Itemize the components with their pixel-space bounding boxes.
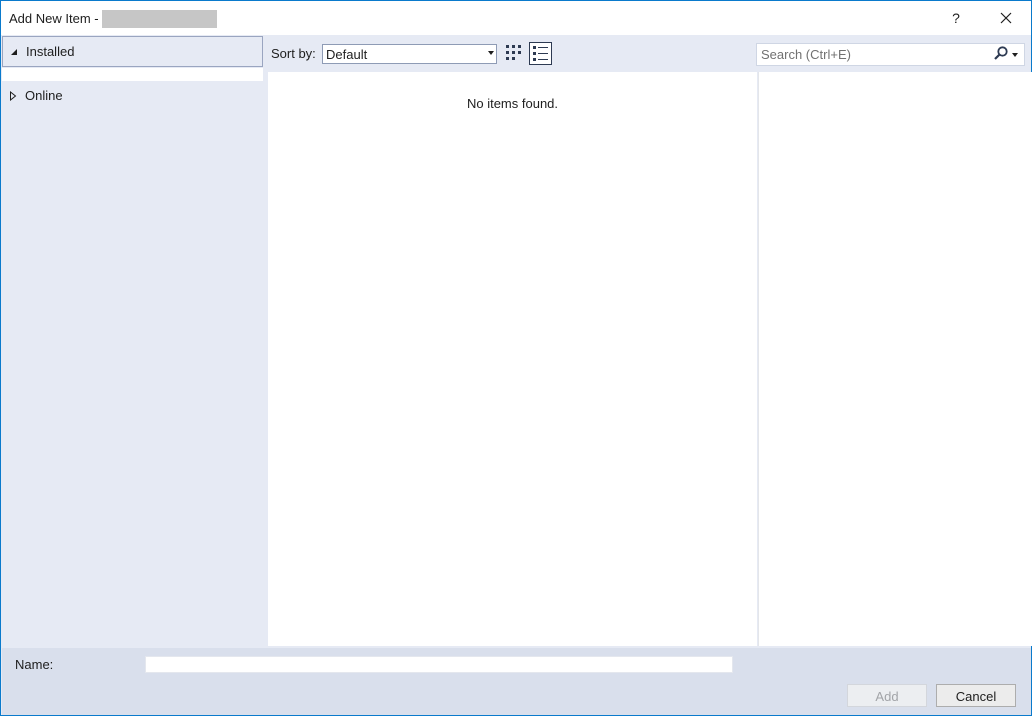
no-items-message: No items found. [466,96,559,111]
name-field[interactable] [145,656,733,673]
medium-icons-view-icon [506,45,521,60]
redacted-project-name [102,10,217,28]
sort-by-dropdown[interactable]: Default [322,44,497,64]
list-details-view-button[interactable] [529,42,552,65]
add-new-item-dialog: Add New Item - ? Installed Online Sort b… [0,0,1032,716]
tree-item-installed[interactable]: Installed [2,36,263,67]
medium-icons-view-button[interactable] [503,42,524,63]
tree-item-label: Installed [26,44,75,59]
sort-by-value: Default [326,47,368,62]
title-bar: Add New Item - ? [1,1,1031,35]
sort-by-label: Sort by: [271,46,316,61]
list-details-view-icon [533,46,548,61]
help-button[interactable]: ? [933,5,979,31]
expanded-arrow-icon [10,37,22,68]
tree-item-online[interactable]: Online [2,81,263,110]
name-label: Name: [15,657,54,672]
search-box [756,43,1025,66]
search-input[interactable] [761,46,981,62]
search-options-dropdown-icon[interactable] [1012,53,1018,57]
search-icon[interactable] [993,45,1009,63]
chevron-down-icon [488,51,494,55]
tree-separator [2,68,263,81]
toolbar: Sort by: Default [265,36,1031,71]
cancel-button[interactable]: Cancel [936,684,1016,707]
dialog-footer: Name: Add Cancel [2,648,1031,715]
template-tree: Installed Online [2,36,265,646]
window-title: Add New Item - [9,11,99,26]
template-details-pane [758,72,1032,646]
close-button[interactable] [983,5,1029,31]
template-list-pane: No items found. [268,72,757,646]
close-icon [1000,12,1012,24]
add-button[interactable]: Add [847,684,927,707]
tree-item-label: Online [25,88,63,103]
collapsed-arrow-icon [9,81,21,113]
